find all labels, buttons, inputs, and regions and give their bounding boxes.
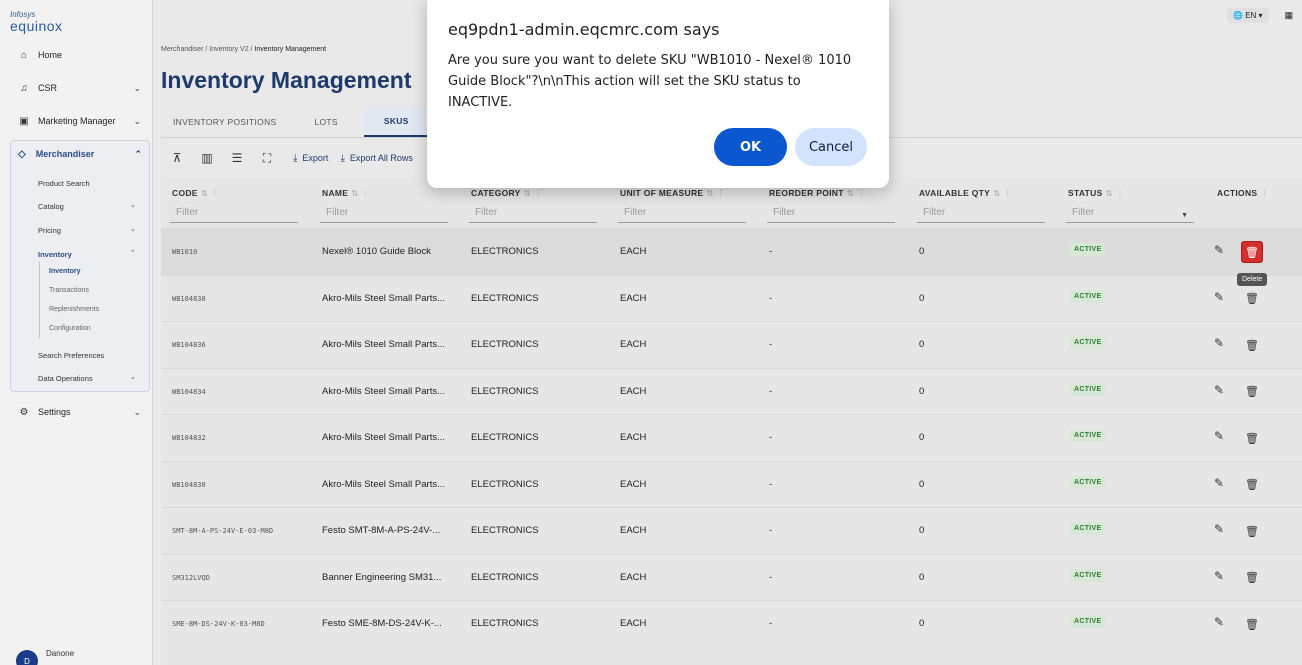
ok-button[interactable]: OK [714, 128, 787, 166]
dialog-title: eq9pdn1-admin.eqcmrc.com says [448, 20, 720, 39]
confirm-dialog: eq9pdn1-admin.eqcmrc.com says Are you su… [427, 0, 889, 188]
cancel-button[interactable]: Cancel [795, 128, 867, 166]
dialog-message: Are you sure you want to delete SKU "WB1… [448, 53, 852, 110]
